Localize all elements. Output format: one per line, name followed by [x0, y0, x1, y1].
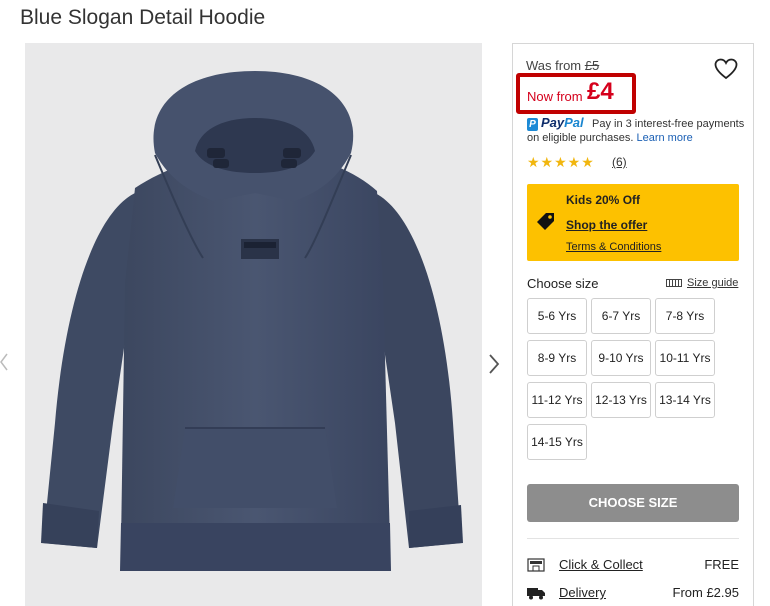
click-and-collect-link[interactable]: Click & Collect [559, 557, 643, 572]
previous-image-arrow-icon[interactable] [0, 350, 10, 374]
next-image-arrow-icon[interactable] [486, 352, 502, 376]
now-price-value: £4 [587, 78, 614, 105]
was-price: Was from £5 [526, 58, 599, 73]
choose-size-label: Choose size [527, 276, 599, 291]
paypal-message: Pay in 3 interest-free payments on eligi… [527, 118, 745, 144]
was-price-value: £5 [584, 58, 600, 73]
shop-the-offer-link[interactable]: Shop the offer [566, 218, 647, 232]
size-option[interactable]: 5-6 Yrs [527, 298, 587, 334]
product-title: Blue Slogan Detail Hoodie [20, 6, 266, 29]
offer-title: Kids 20% Off [566, 193, 641, 207]
wishlist-heart-icon[interactable] [714, 58, 738, 80]
size-option[interactable]: 11-12 Yrs [527, 382, 587, 418]
divider [527, 538, 739, 539]
size-option[interactable]: 8-9 Yrs [527, 340, 587, 376]
price-tag-icon [537, 213, 554, 230]
size-guide-link[interactable]: Size guide [666, 277, 738, 289]
size-option[interactable]: 10-11 Yrs [655, 340, 715, 376]
size-option[interactable]: 9-10 Yrs [591, 340, 651, 376]
choose-size-button[interactable]: CHOOSE SIZE [527, 484, 739, 522]
size-option[interactable]: 13-14 Yrs [655, 382, 715, 418]
size-option[interactable]: 7-8 Yrs [655, 298, 715, 334]
size-option[interactable]: 12-13 Yrs [591, 382, 651, 418]
ruler-icon [666, 279, 682, 288]
rating-stars: ★★★★★ [527, 154, 595, 170]
product-image-gallery[interactable] [25, 43, 482, 606]
now-label: Now from [527, 89, 583, 104]
hoodie-product-image [41, 71, 463, 571]
delivery-link[interactable]: Delivery [559, 585, 606, 600]
paypal-learn-more-link[interactable]: Learn more [636, 132, 692, 144]
offer-terms-link[interactable]: Terms & Conditions [566, 241, 661, 253]
click-and-collect-price: FREE [704, 557, 739, 572]
truck-icon [527, 588, 545, 600]
store-icon [527, 558, 545, 572]
delivery-price: From £2.95 [672, 585, 739, 600]
size-option[interactable]: 6-7 Yrs [591, 298, 651, 334]
review-count-link[interactable]: (6) [612, 155, 627, 169]
size-option[interactable]: 14-15 Yrs [527, 424, 587, 460]
was-label: Was from [526, 58, 585, 73]
